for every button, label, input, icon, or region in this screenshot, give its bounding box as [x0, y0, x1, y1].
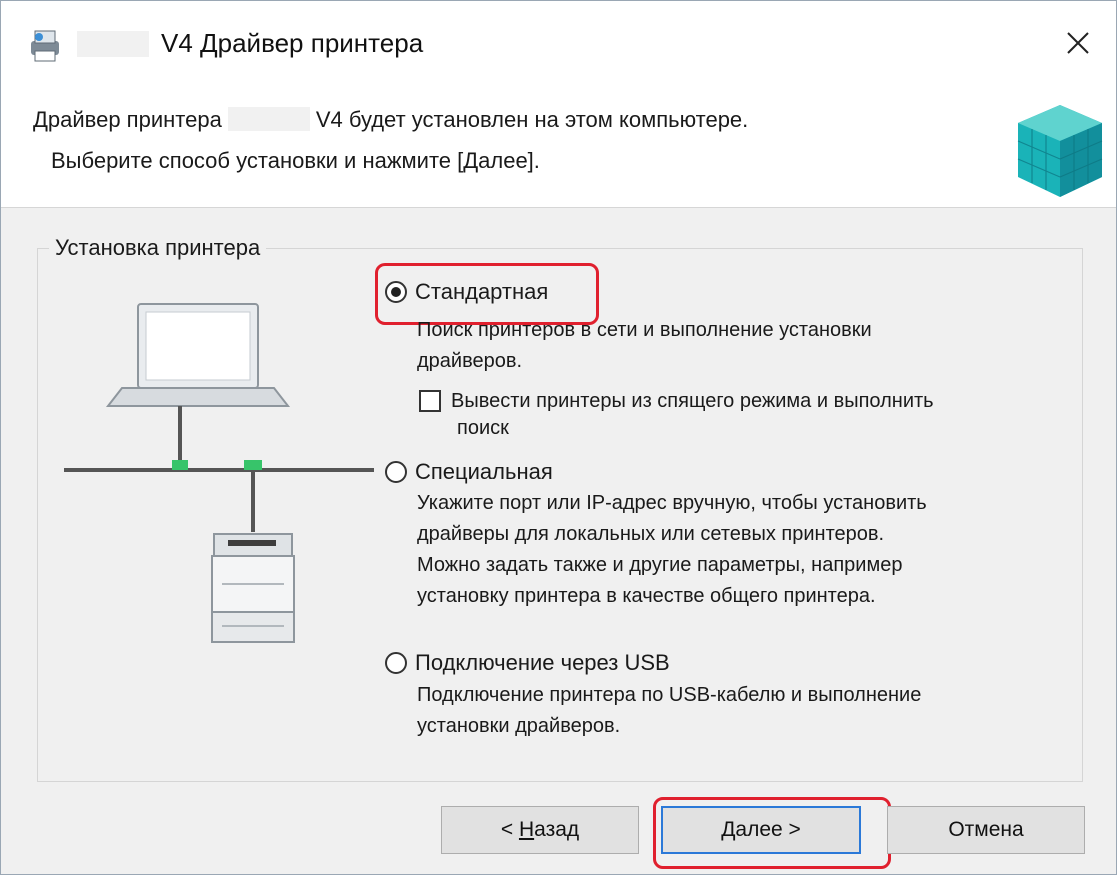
- radio-usb[interactable]: Подключение через USB: [385, 650, 670, 676]
- header-description: Драйвер принтера V4 будет установлен на э…: [33, 107, 748, 133]
- laptop-icon: [105, 303, 291, 407]
- header-instruction: Выберите способ установки и нажмите [Дал…: [51, 148, 540, 173]
- group-title: Установка принтера: [49, 235, 267, 261]
- description-line: Подключение принтера по USB-кабелю и вып…: [417, 684, 922, 706]
- back-button-accel[interactable]: Н: [519, 818, 534, 842]
- close-icon[interactable]: [1054, 19, 1102, 67]
- printer-icon: [211, 533, 295, 643]
- redacted-product-name: [77, 31, 149, 57]
- radio-usb-indicator[interactable]: [385, 652, 407, 674]
- header-text-end: V4 будет установлен на этом компьютере.: [315, 107, 749, 132]
- cancel-button[interactable]: Отмена: [887, 806, 1085, 854]
- wake-printers-label-continued[interactable]: поиск: [457, 413, 509, 444]
- description-line: установки драйверов.: [417, 715, 621, 737]
- custom-description: Укажите порт или IP-адрес вручную, чтобы…: [417, 488, 927, 612]
- radio-usb-label[interactable]: Подключение через USB: [415, 650, 670, 676]
- radio-custom[interactable]: Специальная: [385, 459, 553, 485]
- printer-driver-app-icon: [31, 30, 59, 62]
- description-line: драйверы для локальных или сетевых принт…: [417, 523, 885, 545]
- wake-printers-label[interactable]: Вывести принтеры из спящего режима и вып…: [451, 386, 934, 417]
- installer-window: V4 Драйвер принтера Драйвер принтера V4 б…: [0, 0, 1117, 875]
- wake-printers-checkbox-box[interactable]: [419, 390, 441, 412]
- radio-custom-indicator[interactable]: [385, 461, 407, 483]
- header-text-start: Драйвер принтера: [33, 107, 222, 132]
- back-button-label[interactable]: азад: [534, 818, 579, 842]
- dialog-body: Установка принтера Стандартная Поиск при…: [1, 208, 1116, 874]
- window-title: V4 Драйвер принтера: [161, 28, 424, 58]
- description-line: Укажите порт или IP-адрес вручную, чтобы…: [417, 492, 927, 514]
- back-button-prefix[interactable]: <: [501, 818, 519, 842]
- header-panel: Драйвер принтера V4 будет установлен на э…: [1, 89, 1116, 208]
- title-bar: V4 Драйвер принтера: [1, 1, 1116, 89]
- brand-cube-icon: [1017, 105, 1103, 197]
- highlight-box-next: [653, 797, 891, 869]
- network-illustration: [64, 303, 374, 643]
- standard-description: Поиск принтеров в сети и выполнение уста…: [417, 315, 872, 377]
- description-line: Поиск принтеров в сети и выполнение уста…: [417, 319, 872, 341]
- description-line: установку принтера в качестве общего при…: [417, 585, 876, 607]
- redacted-product-name: [227, 107, 310, 131]
- description-line: Можно задать также и другие параметры, н…: [417, 554, 903, 576]
- radio-custom-label[interactable]: Специальная: [415, 459, 553, 485]
- back-button[interactable]: < Назад: [441, 806, 639, 854]
- description-line: драйверов.: [417, 350, 523, 372]
- usb-description: Подключение принтера по USB-кабелю и вып…: [417, 680, 921, 742]
